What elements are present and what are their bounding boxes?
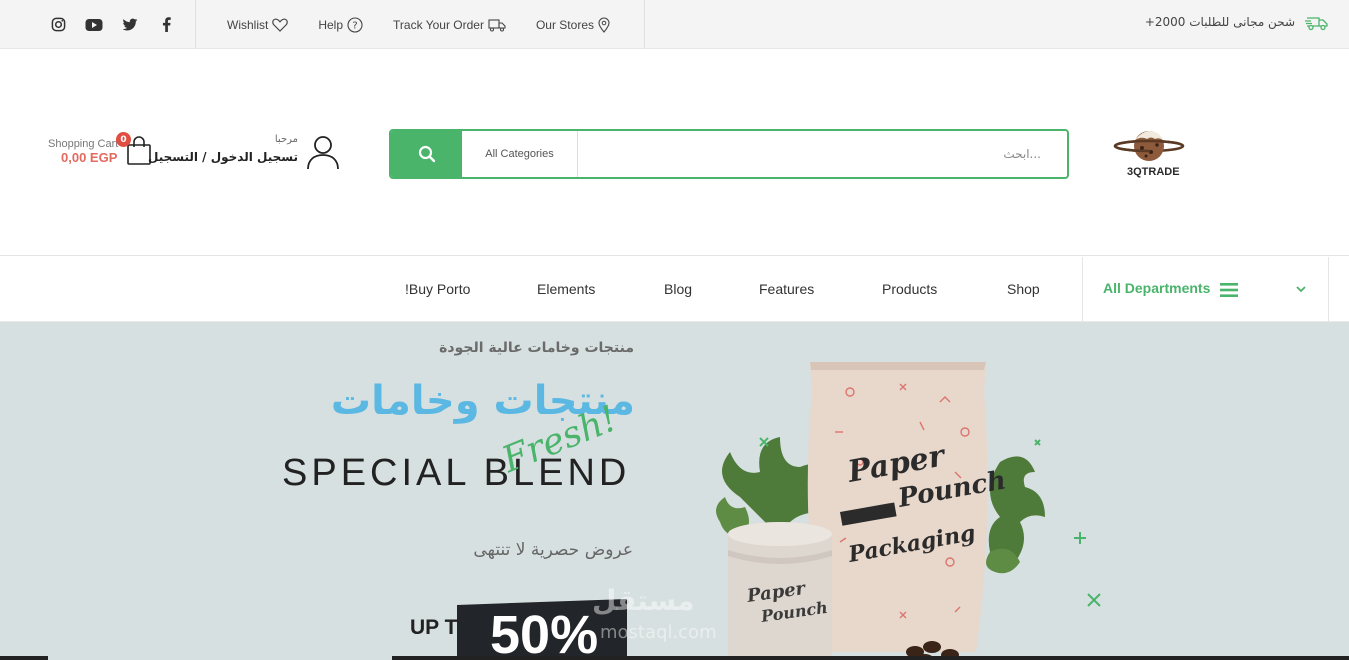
shipping-truck-icon bbox=[1305, 17, 1328, 31]
cart-count-badge: 0 bbox=[116, 132, 131, 147]
search-bar: All Categories bbox=[389, 129, 1069, 179]
search-input[interactable] bbox=[579, 131, 1055, 177]
main-navigation: !Buy Porto Elements Blog Features Produc… bbox=[0, 257, 1349, 322]
hero-special-blend: SPECIAL BLEND bbox=[282, 452, 631, 494]
watermark-url: mostaql.com bbox=[600, 622, 717, 643]
svg-text:?: ? bbox=[352, 20, 357, 31]
instagram-icon[interactable] bbox=[40, 0, 76, 49]
help-label: Help bbox=[318, 17, 344, 32]
twitter-icon[interactable] bbox=[112, 0, 148, 49]
divider bbox=[644, 0, 645, 49]
our-stores-label: Our Stores bbox=[535, 17, 594, 32]
social-links bbox=[40, 0, 184, 49]
hero-banner[interactable]: منتجات وخامات عالية الجودة منتجات وخامات… bbox=[0, 322, 1349, 660]
user-icon bbox=[307, 136, 339, 170]
hero-offers-text: عروض حصرية لا تنتهى bbox=[473, 540, 633, 560]
account-link[interactable]: مرحبا تسجيل الدخول / التسجيل bbox=[148, 132, 341, 172]
free-shipping-text: شحن مجانى للطلبات 2000+ bbox=[1144, 15, 1295, 29]
site-logo[interactable]: 3QTRADE bbox=[1113, 128, 1189, 182]
nav-item-elements[interactable]: Elements bbox=[537, 281, 595, 297]
youtube-icon[interactable] bbox=[76, 0, 112, 49]
map-pin-icon bbox=[598, 17, 610, 33]
heart-icon bbox=[272, 18, 289, 32]
question-circle-icon: ? bbox=[347, 16, 363, 33]
help-link[interactable]: Help ? bbox=[318, 16, 363, 33]
coffee-packaging-image: Paper Pounch Packaging Paper Pounch bbox=[716, 362, 1101, 660]
track-order-link[interactable]: Track Your Order bbox=[393, 18, 506, 32]
chevron-down-icon bbox=[1296, 286, 1306, 293]
slider-progress-bar bbox=[0, 656, 1349, 660]
wishlist-link[interactable]: Wishlist bbox=[227, 17, 289, 32]
search-button[interactable] bbox=[391, 131, 462, 177]
hero-eyebrow: منتجات وخامات عالية الجودة bbox=[439, 340, 634, 356]
nav-item-shop[interactable]: Shop bbox=[1007, 281, 1040, 297]
all-departments-label: All Departments bbox=[1103, 280, 1211, 296]
greeting-text: مرحبا bbox=[274, 134, 298, 145]
facebook-icon[interactable] bbox=[148, 0, 184, 49]
hamburger-icon bbox=[1220, 283, 1238, 297]
free-shipping-notice: شحن مجانى للطلبات 2000+ bbox=[1145, 0, 1329, 44]
search-icon bbox=[418, 145, 435, 163]
logo-text: 3QTRADE bbox=[1127, 166, 1180, 178]
cart-total: 0,00 EGP bbox=[61, 150, 118, 165]
top-links: Wishlist Help ? Track Your Order Our Sto… bbox=[210, 0, 640, 49]
nav-item-products[interactable]: Products bbox=[882, 281, 937, 297]
hero-discount-percent: 50% bbox=[490, 605, 599, 660]
slider-progress-fill bbox=[48, 656, 392, 660]
wishlist-label: Wishlist bbox=[227, 17, 269, 32]
all-departments-toggle[interactable]: All Departments bbox=[1082, 257, 1329, 322]
watermark-logo: مستقل bbox=[592, 584, 695, 617]
track-order-label: Track Your Order bbox=[393, 17, 484, 32]
top-bar: Wishlist Help ? Track Your Order Our Sto… bbox=[0, 0, 1349, 49]
truck-icon bbox=[488, 18, 506, 31]
nav-item-features[interactable]: Features bbox=[759, 281, 814, 297]
our-stores-link[interactable]: Our Stores bbox=[536, 17, 610, 33]
divider bbox=[195, 0, 196, 49]
hero-up-to: UP T bbox=[410, 616, 458, 639]
cart-label: Shopping Cart bbox=[48, 138, 119, 150]
nav-item-buy-porto[interactable]: !Buy Porto bbox=[405, 281, 470, 297]
login-register-link[interactable]: تسجيل الدخول / التسجيل bbox=[148, 150, 298, 164]
category-select[interactable]: All Categories bbox=[462, 131, 578, 177]
nav-item-blog[interactable]: Blog bbox=[664, 281, 692, 297]
